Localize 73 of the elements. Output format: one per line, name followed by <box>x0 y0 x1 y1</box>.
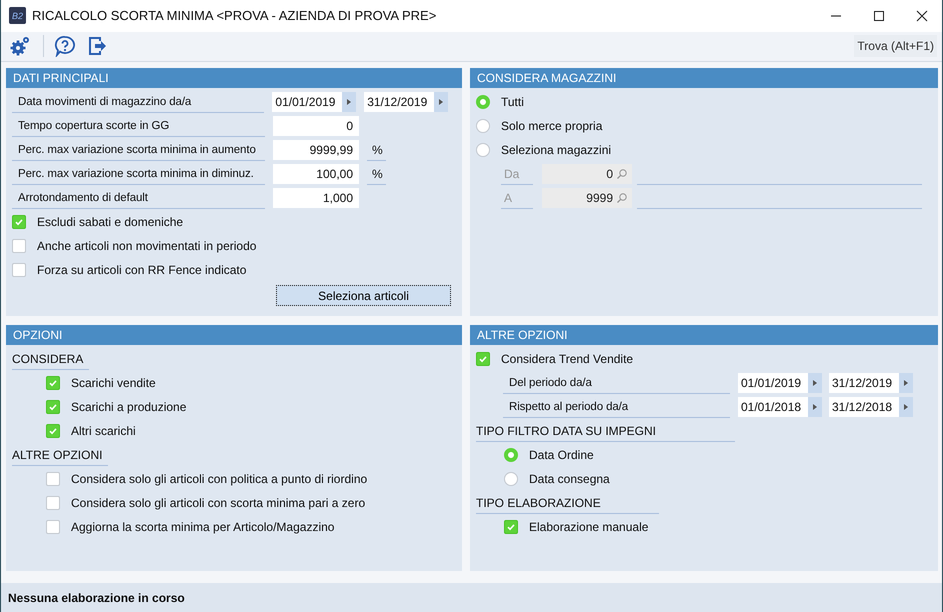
section-label: ALTRE OPZIONI <box>12 444 108 466</box>
checkbox-label: Considera Trend Vendite <box>501 352 634 366</box>
checkbox[interactable] <box>46 520 60 534</box>
checkbox-label: Scarichi a produzione <box>71 400 186 414</box>
field-label: Perc. max variazione scorta minima in diminuz. <box>12 164 265 185</box>
app-logo: B2 <box>9 7 26 24</box>
checkbox[interactable] <box>12 239 26 254</box>
radio-button[interactable] <box>476 95 490 110</box>
checkbox-label: Forza su articoli con RR Fence indicato <box>37 263 246 278</box>
radio-label: Data Ordine <box>529 448 594 462</box>
field-label: A <box>501 188 533 209</box>
status-text: Nessuna elaborazione in corso <box>8 590 185 605</box>
date-field[interactable]: 01/01/2019 <box>738 373 822 394</box>
checkbox[interactable] <box>46 376 60 390</box>
radio-button[interactable] <box>504 448 518 462</box>
search-icon[interactable] <box>616 168 628 180</box>
radio-button[interactable] <box>476 119 490 134</box>
date-field[interactable]: 31/12/2018 <box>829 397 913 418</box>
search-button[interactable]: Trova (Alt+F1) <box>854 35 937 58</box>
input-field[interactable]: 0 <box>273 116 359 136</box>
checkbox-label: Anche articoli non movimentati in periodo <box>37 239 256 254</box>
checkbox-label: Elaborazione manuale <box>529 520 648 534</box>
checkbox-label: Altri scarichi <box>71 424 136 438</box>
checkbox-label: Considera solo gli articoli con politica a punto di riordino <box>71 472 368 486</box>
window-title: RICALCOLO SCORTA MINIMA <PROVA - AZIENDA DI PROVA PRE> <box>32 8 436 24</box>
radio-label: Data consegna <box>529 472 610 486</box>
field-label: Da <box>501 164 533 185</box>
input-field[interactable]: 100,00 <box>273 164 359 184</box>
date-field[interactable]: 01/01/2019 <box>272 92 356 112</box>
radio-label: Tutti <box>501 95 524 110</box>
section-label: CONSIDERA <box>12 348 90 370</box>
field-label: Rispetto al periodo da/a <box>503 396 730 418</box>
exit-icon[interactable] <box>88 35 108 58</box>
checkbox[interactable] <box>46 472 60 486</box>
panel-header: ALTRE OPZIONI <box>470 325 938 346</box>
maximize-icon[interactable] <box>873 10 885 22</box>
section-label: TIPO ELABORAZIONE <box>476 492 659 514</box>
date-field[interactable]: 31/12/2019 <box>829 373 913 394</box>
checkbox-label: Aggiorna la scorta minima per Articolo/Magazzino <box>71 520 334 534</box>
unit-label: % <box>367 140 386 161</box>
close-icon[interactable] <box>916 10 928 22</box>
field-label: Del periodo da/a <box>503 372 730 394</box>
panel-header: DATI PRINCIPALI <box>6 68 462 88</box>
date-field[interactable]: 31/12/2019 <box>364 92 448 112</box>
date-field[interactable]: 01/01/2018 <box>738 397 822 418</box>
field-label: Perc. max variazione scorta minima in aumento <box>12 140 265 161</box>
section-label: TIPO FILTRO DATA SU IMPEGNI <box>476 420 735 442</box>
field-label: Arrotondamento di default <box>12 188 265 209</box>
checkbox-label: Scarichi vendite <box>71 376 156 390</box>
input-field[interactable]: 9999,99 <box>273 140 359 160</box>
checkbox-label: Escludi sabati e domeniche <box>37 215 184 230</box>
radio-label: Seleziona magazzini <box>501 143 612 158</box>
radio-button[interactable] <box>504 472 518 486</box>
checkbox[interactable] <box>46 424 60 438</box>
help-icon[interactable] <box>54 35 76 58</box>
checkbox[interactable] <box>12 215 26 230</box>
radio-label: Solo merce propria <box>501 119 602 134</box>
checkbox-label: Considera solo gli articoli con scorta minima pari a zero <box>71 496 366 510</box>
gears-icon[interactable] <box>9 36 31 56</box>
panel-header: OPZIONI <box>6 325 462 346</box>
checkbox[interactable] <box>46 400 60 414</box>
checkbox[interactable] <box>12 263 26 278</box>
checkbox[interactable] <box>504 520 518 534</box>
input-field[interactable]: 1,000 <box>273 188 359 208</box>
search-icon[interactable] <box>616 192 628 204</box>
field-label: Data movimenti di magazzino da/a <box>12 92 264 113</box>
radio-button[interactable] <box>476 143 490 158</box>
select-button[interactable]: Seleziona articoli <box>276 285 451 306</box>
panel-header: CONSIDERA MAGAZZINI <box>470 68 938 88</box>
checkbox[interactable] <box>476 352 490 366</box>
checkbox[interactable] <box>46 496 60 510</box>
field-label: Tempo copertura scorte in GG <box>12 116 265 137</box>
unit-label: % <box>367 164 386 185</box>
